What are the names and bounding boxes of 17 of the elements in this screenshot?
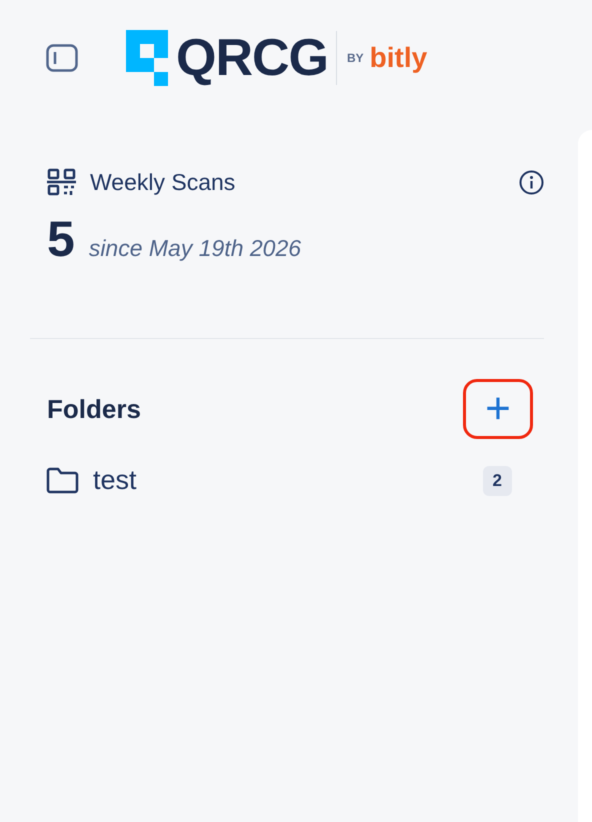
logo-text: QRCG — [176, 32, 328, 84]
sidebar-icon — [46, 44, 78, 72]
qr-code-icon — [47, 168, 76, 196]
by-label: BY — [347, 51, 364, 65]
info-icon[interactable] — [519, 170, 544, 194]
partner-logo-text: bitly — [370, 44, 428, 72]
folder-name: test — [93, 465, 137, 496]
logo-mark-icon — [126, 30, 168, 86]
folder-item[interactable]: test 2 — [0, 455, 578, 506]
weekly-scans-title: Weekly Scans — [90, 168, 236, 196]
folder-icon — [46, 467, 79, 494]
sidebar-toggle-button[interactable] — [46, 44, 78, 72]
folder-count-badge: 2 — [482, 466, 512, 496]
folders-title: Folders — [47, 394, 141, 424]
scan-count: 5 — [47, 214, 75, 264]
since-date: since May 19th 2026 — [88, 235, 302, 262]
add-folder-button[interactable]: + — [463, 379, 533, 439]
